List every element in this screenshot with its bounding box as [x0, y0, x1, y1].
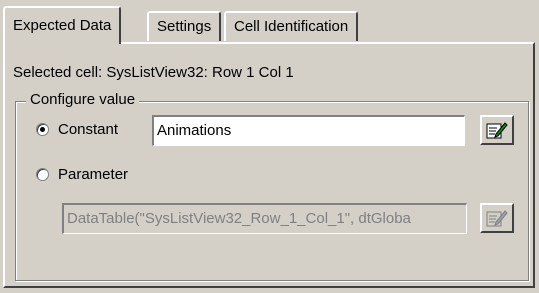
expected-data-panel: Selected cell: SysListView32: Row 1 Col …	[3, 42, 535, 288]
constant-radio-row[interactable]: Constant	[36, 114, 118, 144]
constant-edit-button[interactable]	[480, 115, 514, 145]
constant-label: Constant	[58, 120, 119, 138]
tab-expected-data-label: Expected Data	[13, 17, 112, 34]
tab-cell-identification-label: Cell Identification	[234, 18, 349, 35]
configure-value-legend: Configure value	[26, 91, 140, 108]
parameter-value-field: DataTable("SysListView32_Row_1_Col_1", d…	[62, 203, 467, 234]
tab-settings[interactable]: Settings	[147, 11, 222, 41]
edit-pencil-icon	[486, 210, 508, 227]
tab-settings-label: Settings	[157, 18, 212, 35]
configure-value-group: Configure value Constant Animations Para…	[15, 91, 529, 281]
tab-cell-identification[interactable]: Cell Identification	[224, 11, 359, 41]
parameter-label: Parameter	[58, 165, 129, 183]
parameter-radio[interactable]	[36, 167, 49, 181]
expected-data-dialog: Expected Data Settings Cell Identificati…	[0, 0, 539, 293]
selected-cell-text: Selected cell: SysListView32: Row 1 Col …	[13, 64, 294, 81]
constant-radio[interactable]	[36, 122, 49, 136]
constant-value-field[interactable]: Animations	[152, 115, 465, 146]
parameter-radio-row[interactable]: Parameter	[36, 159, 128, 189]
edit-pencil-icon	[486, 122, 508, 139]
tab-expected-data[interactable]: Expected Data	[3, 6, 122, 44]
radio-selected-dot	[40, 126, 45, 132]
parameter-edit-button	[480, 203, 514, 233]
